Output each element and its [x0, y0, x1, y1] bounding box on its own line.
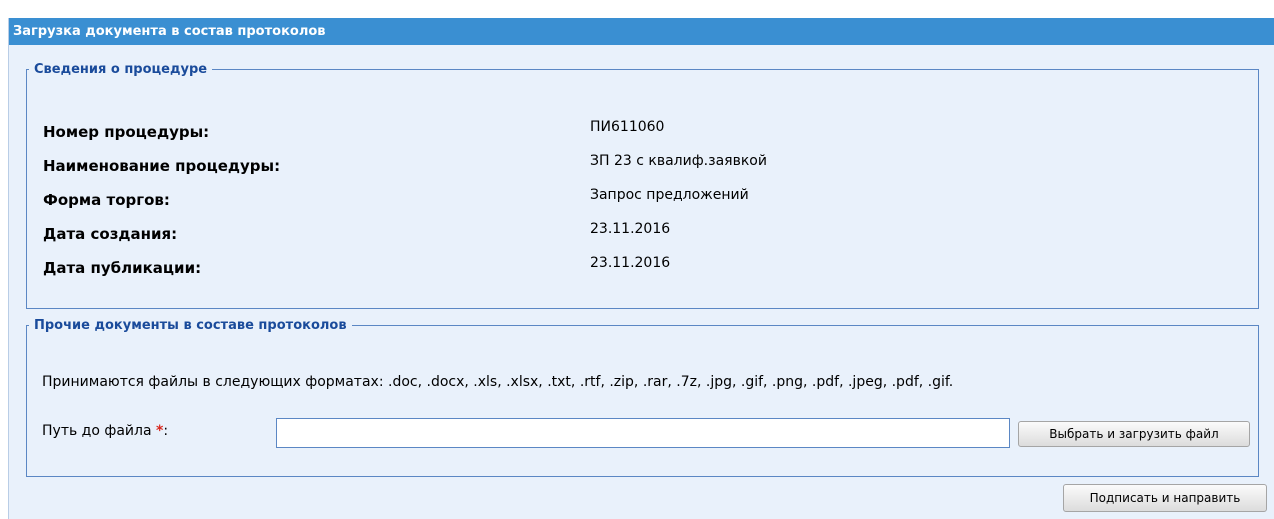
file-path-label: Путь до файла *:: [42, 423, 168, 439]
procedure-info-legend: Сведения о процедуре: [34, 62, 208, 77]
procedure-info-fieldset: Сведения о процедуре Номер процедуры: ПИ…: [26, 62, 1259, 309]
window-title: Загрузка документа в состав протоколов: [9, 18, 1274, 45]
trade-form-label: Форма торгов:: [43, 191, 170, 209]
publication-date-value: 23.11.2016: [590, 255, 671, 271]
select-and-upload-button[interactable]: Выбрать и загрузить файл: [1018, 421, 1250, 447]
procedure-number-value: ПИ611060: [590, 119, 665, 135]
procedure-name-value: ЗП 23 с квалиф.заявкой: [590, 153, 767, 169]
creation-date-value: 23.11.2016: [590, 221, 671, 237]
creation-date-label: Дата создания:: [43, 225, 178, 243]
file-path-label-text: Путь до файла: [42, 423, 152, 439]
sign-and-send-button[interactable]: Подписать и направить: [1063, 484, 1267, 512]
other-documents-fieldset: Прочие документы в составе протоколов Пр…: [26, 318, 1259, 477]
accepted-formats-text: Принимаются файлы в следующих форматах: …: [42, 374, 954, 390]
other-documents-legend: Прочие документы в составе протоколов: [34, 318, 347, 333]
procedure-number-label: Номер процедуры:: [43, 123, 210, 141]
upload-protocol-window: Загрузка документа в состав протоколов С…: [8, 18, 1274, 519]
file-path-input[interactable]: [276, 418, 1010, 448]
trade-form-value: Запрос предложений: [590, 187, 749, 203]
procedure-name-label: Наименование процедуры:: [43, 157, 281, 175]
publication-date-label: Дата публикации:: [43, 259, 202, 277]
file-path-colon: :: [163, 423, 169, 439]
